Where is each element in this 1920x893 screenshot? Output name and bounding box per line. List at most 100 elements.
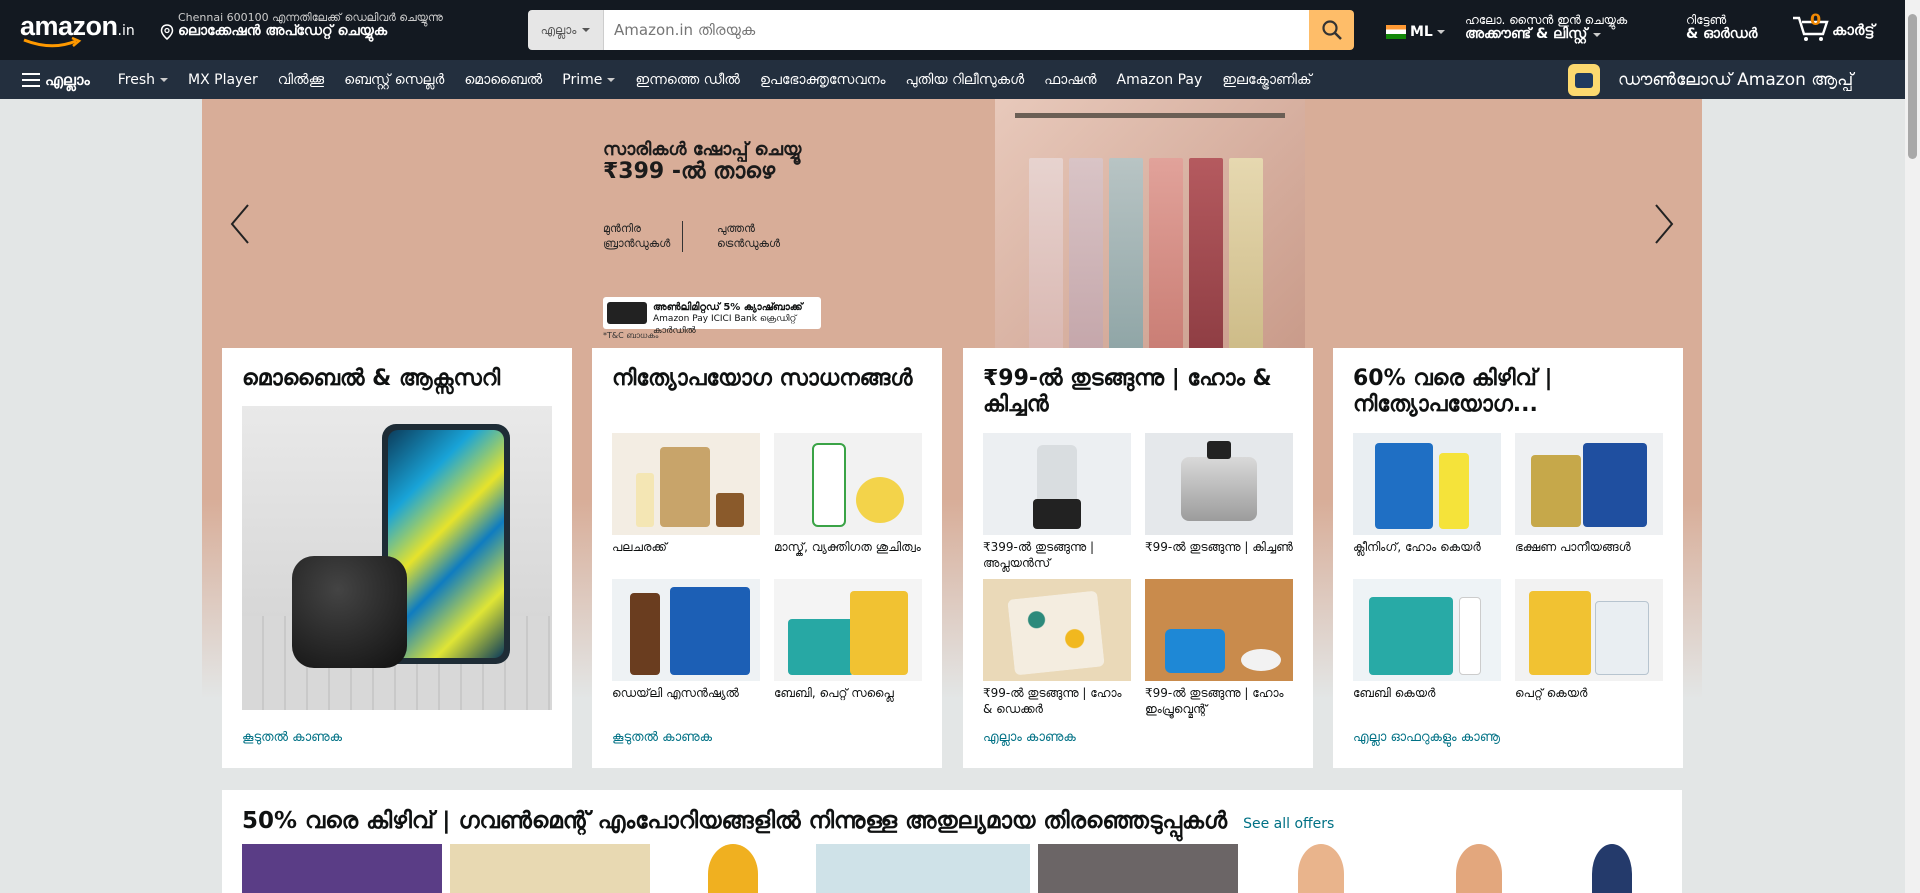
hero-price: ₹399 -ൽ താഴെ [603, 159, 776, 184]
nav-item-label: ഇന്നത്തെ ഡീൽ [635, 71, 740, 88]
tile-kitchen[interactable]: ₹99-ൽ തുടങ്ങുന്നു | കിച്ചൺ [1145, 433, 1293, 579]
product-thumbnail[interactable] [1404, 844, 1554, 893]
card-title: 60% വരെ കിഴിവ് | നിത്യോപയോഗ... [1353, 366, 1553, 418]
tile-masks-hygiene[interactable]: മാസ്ക്, വ്യക്തിഗത ശുചിത്വം [774, 433, 922, 579]
amazon-logo[interactable]: amazon.in [20, 11, 140, 51]
phone-earbuds-image[interactable] [242, 406, 552, 710]
see-more-link[interactable]: കൂടുതൽ കാണുക [612, 730, 712, 745]
card-home-kitchen: ₹99-ൽ തുടങ്ങുന്നു | ഹോം & കിച്ചൻ ₹399-ൽ … [963, 348, 1313, 768]
account-menu[interactable]: ഹലോ. സൈൻ ഇൻ ചെയ്യുക അക്കൗണ്ട് & ലിസ്റ്റ് [1465, 13, 1627, 43]
account-lists-label: അക്കൗണ്ട് & ലിസ്റ്റ് [1465, 26, 1588, 43]
tile-pet-care[interactable]: പെറ്റ് കെയർ [1515, 579, 1663, 725]
search-category-dropdown[interactable]: എല്ലാം [528, 10, 604, 50]
nav-item-todays-deals[interactable]: ഇന്നത്തെ ഡീൽ [625, 72, 749, 88]
saree-item [1069, 158, 1103, 354]
cart-label: കാർട്ട് [1832, 21, 1875, 39]
product-thumbnail[interactable] [816, 844, 1030, 893]
row-title: 50% വരെ കിഴിവ് | ഗവൺമെന്റ് എംപോറിയങ്ങളിൽ… [242, 808, 1228, 834]
tile-caption: ബേബി കെയർ [1353, 686, 1436, 700]
search-button[interactable] [1309, 10, 1354, 50]
card-daily-essentials: നിത്യോപയോഗ സാധനങ്ങൾ പലചരക്ക് മാസ്ക്, വ്യ… [592, 348, 942, 768]
hero-tag-text: ട്രെൻഡുകൾ [717, 237, 781, 251]
nav-item-mobiles[interactable]: മൊബൈൽ [454, 72, 552, 88]
nav-item-best-sellers[interactable]: ബെസ്റ്റ് സെല്ലർ [334, 72, 454, 88]
nav-item-label: മൊബൈൽ [464, 71, 543, 88]
all-menu-label: എല്ലാം [45, 70, 90, 89]
deliver-location-line: Chennai 600100 എന്നതിലേക്ക് ഡെലിവർ ചെയ്യ… [178, 11, 443, 24]
tile-caption: ഡെയ്‌ലി എസൻഷ്യൽ [612, 686, 739, 700]
saree-rack-image [995, 99, 1305, 354]
tile-grocery[interactable]: പലചരക്ക് [612, 433, 760, 579]
page-scrollbar[interactable] [1905, 0, 1920, 893]
nav-item-label: ബെസ്റ്റ് സെല്ലർ [344, 71, 445, 88]
deliver-to[interactable]: Chennai 600100 എന്നതിലേക്ക് ഡെലിവർ ചെയ്യ… [160, 11, 443, 41]
oats-snacks-image [1515, 433, 1663, 535]
hero-tag-text: ബ്രാൻഡുകൾ [603, 237, 671, 251]
language-code: ML [1410, 24, 1433, 40]
tile-food-beverages[interactable]: ഭക്ഷണ പാനീയങ്ങൾ [1515, 433, 1663, 579]
nav-item-sell[interactable]: വിൽക്കൂ [268, 72, 334, 88]
see-all-offers-link[interactable]: എല്ലാ ഓഫറുകളും കാണൂ [1353, 730, 1500, 745]
tile-daily-essentials[interactable]: ഡെയ്‌ലി എസൻഷ്യൽ [612, 579, 760, 725]
nav-item-label: Prime [562, 71, 603, 88]
logo-smile-icon [23, 37, 82, 48]
chevron-down-icon [607, 77, 616, 82]
nav-item-label: MX Player [188, 71, 258, 88]
nav-item-customer-service[interactable]: ഉപഭോക്തൃസേവനം [750, 72, 896, 88]
search-input[interactable] [604, 10, 1309, 50]
saree-item [1109, 158, 1143, 354]
chevron-down-icon [1436, 30, 1445, 34]
nav-item-fashion[interactable]: ഫാഷൻ [1034, 72, 1106, 88]
download-app-banner[interactable]: ഡൗൺലോഡ് Amazon ആപ്പ് [1568, 64, 1853, 96]
saree-item [1029, 158, 1063, 354]
see-all-offers-link[interactable]: See all offers [1243, 816, 1334, 832]
product-thumbnail[interactable] [1246, 844, 1396, 893]
tile-home-decor[interactable]: ₹99-ൽ തുടങ്ങുന്നു | ഹോം & ഡെക്കർ [983, 579, 1131, 725]
nav-item-label: വിൽക്കൂ [277, 71, 325, 88]
pressure-cooker-image [1145, 433, 1293, 535]
product-thumbnail[interactable] [242, 844, 442, 893]
carousel-prev-button[interactable] [220, 199, 260, 249]
card-mobiles-accessories: മൊബൈൽ & ആക്സസറി കൂടുതൽ കാണുക [222, 348, 572, 768]
chevron-left-icon [230, 204, 249, 244]
secondary-nav: എല്ലാം Fresh MX Player വിൽക്കൂ ബെസ്റ്റ് … [0, 60, 1905, 99]
nav-item-label: ഇലക്ട്രോണിക് [1222, 71, 1312, 88]
offer-subtitle: Amazon Pay ICICI Bank ക്രെഡിറ്റ് കാർഡിൽ [653, 314, 797, 336]
tile-cleaning-homecare[interactable]: ക്ലീനിംഗ്, ഹോം കെയർ [1353, 433, 1501, 579]
hero-tag-brands: മുൻനിര ബ്രാൻഡുകൾ [603, 221, 684, 252]
tile-baby-pet[interactable]: ബേബി, പെറ്റ് സപ്ലൈ [774, 579, 922, 725]
nav-item-electronics[interactable]: ഇലക്ട്രോണിക് [1212, 72, 1321, 88]
nav-item-mx-player[interactable]: MX Player [178, 72, 268, 88]
see-more-link[interactable]: കൂടുതൽ കാണുക [242, 730, 342, 745]
see-all-link[interactable]: എല്ലാം കാണുക [983, 730, 1076, 745]
returns-orders[interactable]: റിട്ടേൺ & ഓർഡർ [1686, 13, 1758, 43]
search-bar: എല്ലാം [528, 10, 1354, 50]
language-selector[interactable]: ML [1386, 24, 1445, 40]
chevron-down-icon [582, 28, 591, 32]
nav-item-label: Fresh [117, 71, 156, 88]
product-thumbnail[interactable] [658, 844, 808, 893]
scrollbar-thumb[interactable] [1908, 14, 1917, 159]
product-thumbnail[interactable] [1038, 844, 1238, 893]
tile-caption: ബേബി, പെറ്റ് സപ്ലൈ [774, 686, 894, 700]
all-menu-button[interactable]: എല്ലാം [22, 71, 100, 89]
tile-caption: ₹99-ൽ തുടങ്ങുന്നു | ഹോം & ഡെക്കർ [983, 686, 1122, 717]
nav-item-prime[interactable]: Prime [552, 72, 625, 88]
cart-button[interactable]: 0 കാർട്ട് [1792, 10, 1875, 42]
nav-item-new-releases[interactable]: പുതിയ റിലീസുകൾ [895, 72, 1034, 88]
product-thumbnail[interactable] [1562, 844, 1662, 893]
tile-home-improvement[interactable]: ₹99-ൽ തുടങ്ങുന്നു | ഹോം ഇംപ്രൂവ്മെന്റ് [1145, 579, 1293, 725]
chevron-down-icon [160, 77, 169, 82]
nav-item-fresh[interactable]: Fresh [108, 72, 178, 88]
amazon-app-icon [1568, 64, 1600, 96]
carousel-next-button[interactable] [1644, 199, 1684, 249]
tile-appliances[interactable]: ₹399-ൽ തുടങ്ങുന്നു | അപ്ലയൻസ് [983, 433, 1131, 579]
chevron-right-icon [1655, 204, 1674, 244]
product-thumbnail[interactable] [450, 844, 650, 893]
saree-item [1149, 158, 1183, 354]
tile-baby-care[interactable]: ബേബി കെയർ [1353, 579, 1501, 725]
emporium-offers-row: 50% വരെ കിഴിവ് | ഗവൺമെന്റ് എംപോറിയങ്ങളിൽ… [222, 790, 1682, 893]
nav-item-amazon-pay[interactable]: Amazon Pay [1107, 72, 1213, 88]
tile-caption: ഭക്ഷണ പാനീയങ്ങൾ [1515, 540, 1631, 554]
detergent-shampoo-image [612, 579, 760, 681]
